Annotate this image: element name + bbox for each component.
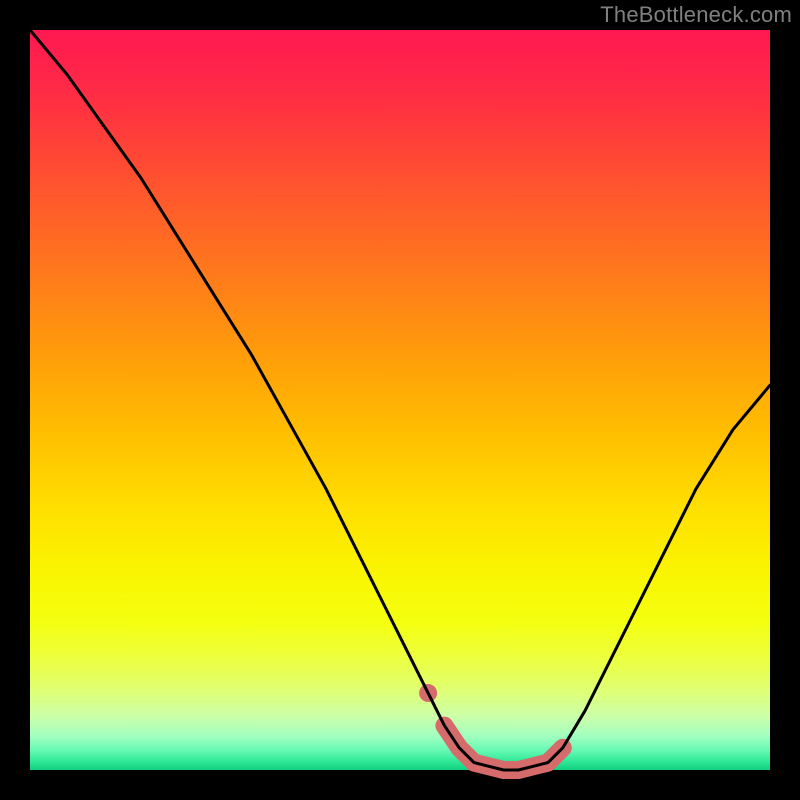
watermark-text: TheBottleneck.com xyxy=(600,2,792,28)
bottleneck-chart xyxy=(0,0,800,800)
gradient-background xyxy=(30,30,770,770)
chart-container: TheBottleneck.com xyxy=(0,0,800,800)
